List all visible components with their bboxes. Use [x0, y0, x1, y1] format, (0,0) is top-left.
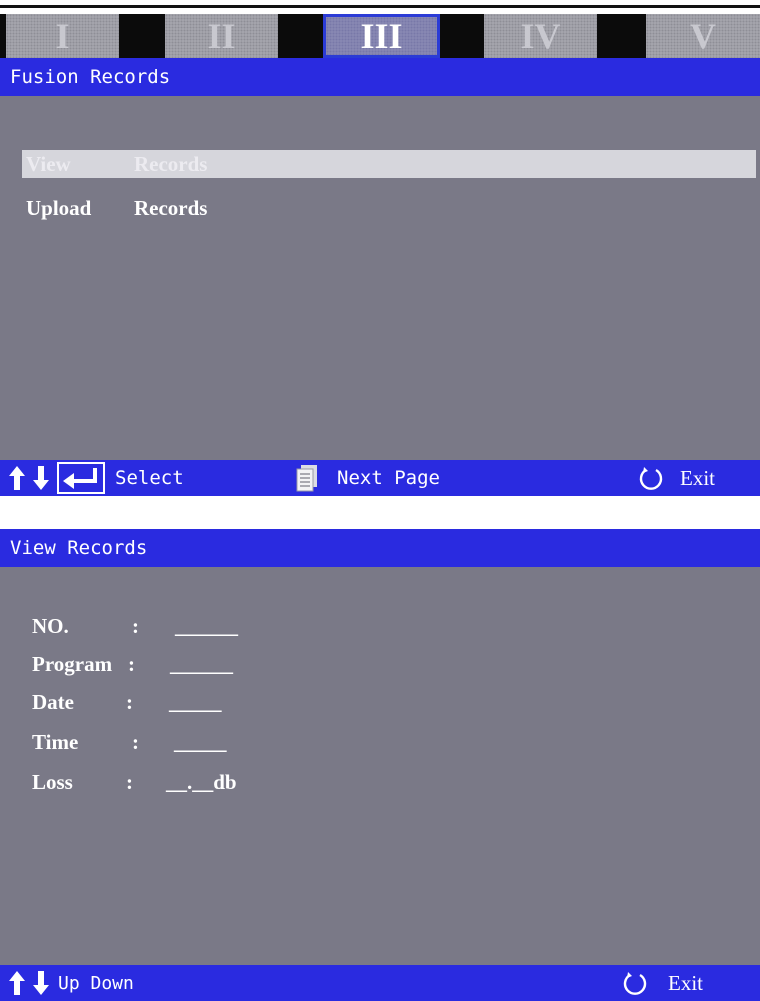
next-page-label: Next Page	[337, 467, 440, 489]
field-label: Time	[32, 729, 79, 754]
menu-panel: View Records Upload Records	[0, 96, 760, 460]
field-colon: :	[126, 689, 133, 714]
field-label: NO.	[32, 613, 69, 638]
exit-circle-icon	[622, 965, 648, 1001]
exit-label: Exit	[680, 465, 715, 490]
field-label: Program	[32, 651, 113, 676]
page-icon	[296, 460, 318, 496]
down-arrow-icon	[30, 965, 52, 1001]
page-title: Fusion Records	[10, 66, 171, 88]
tab-iii[interactable]: III	[323, 14, 440, 58]
view-records-title-bar: View Records	[0, 529, 760, 567]
field-colon: :	[132, 729, 139, 754]
field-value: _____	[169, 689, 222, 714]
tab-i[interactable]: I	[6, 14, 119, 58]
up-arrow-icon	[6, 460, 28, 496]
field-label: Date	[32, 689, 74, 714]
field-value: _____	[174, 729, 227, 754]
fusion-records-title-bar: Fusion Records	[0, 58, 760, 96]
field-label: Loss	[32, 769, 73, 794]
record-details-panel: NO. : ______ Program : ______ Date : ___…	[0, 567, 760, 965]
page-title: View Records	[10, 537, 148, 559]
menu-item-word2: Records	[134, 151, 208, 176]
field-colon: :	[128, 651, 135, 676]
status-bar-1: Select Next Page Exit	[0, 460, 760, 496]
updown-label: Up Down	[58, 972, 134, 994]
top-divider	[0, 5, 760, 8]
menu-item-view-records[interactable]: View Records	[22, 150, 756, 178]
field-colon: :	[126, 769, 133, 794]
menu-item-word1: Upload	[26, 195, 92, 220]
status-bar-2: Up Down Exit	[0, 965, 760, 1001]
tab-ii[interactable]: II	[165, 14, 278, 58]
menu-item-word1: View	[26, 151, 71, 176]
tab-iv[interactable]: IV	[484, 14, 597, 58]
tab-bar: I II III IV V	[0, 14, 760, 58]
menu-item-word2: Records	[134, 195, 208, 220]
field-value: ______	[170, 651, 233, 676]
down-arrow-icon	[30, 460, 52, 496]
select-label: Select	[115, 467, 184, 489]
menu-item-upload-records[interactable]: Upload Records	[22, 194, 756, 222]
enter-icon	[57, 460, 105, 496]
exit-label: Exit	[668, 970, 703, 995]
exit-circle-icon	[638, 460, 664, 496]
field-colon: :	[132, 613, 139, 638]
tab-v[interactable]: V	[646, 14, 760, 58]
up-arrow-icon	[6, 965, 28, 1001]
field-value: ______	[175, 613, 238, 638]
field-value: __.__db	[166, 769, 237, 794]
